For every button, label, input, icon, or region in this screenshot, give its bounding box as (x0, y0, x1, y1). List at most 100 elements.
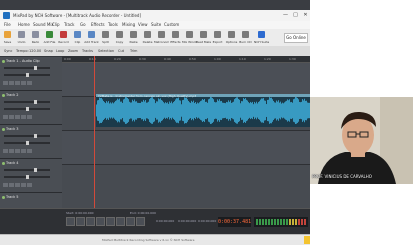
snap-button[interactable]: Snap (44, 49, 53, 53)
waveform-bar (200, 101, 201, 120)
solo-button[interactable] (9, 81, 14, 85)
metronome-button[interactable]: Metronome (154, 30, 169, 45)
record-arm-button[interactable] (15, 149, 20, 153)
mute-button[interactable] (3, 115, 8, 119)
pan-slider[interactable] (4, 141, 50, 145)
volume-slider[interactable] (4, 168, 50, 172)
paste-button[interactable]: Paste (128, 30, 139, 45)
waveform-bar (260, 99, 261, 122)
volume-slider[interactable] (4, 66, 50, 70)
waveform-bar (259, 101, 260, 120)
track-header[interactable]: Track 2 (0, 91, 62, 125)
audio-clip[interactable]: Y2Mate.is - Instrumental from cancion si… (96, 94, 310, 127)
record-arm-button[interactable] (15, 81, 20, 85)
play-button[interactable] (66, 217, 75, 226)
record-transport-button[interactable] (86, 217, 95, 226)
export-button[interactable]: Export (212, 30, 223, 45)
solo-button[interactable] (9, 183, 14, 187)
playhead-cursor[interactable] (94, 56, 95, 208)
selection-button[interactable]: Selection (98, 49, 114, 53)
effects-button[interactable]: Effects (170, 30, 181, 45)
rewind-button[interactable] (96, 217, 105, 226)
split-button[interactable]: Split (100, 30, 111, 45)
volume-slider[interactable] (4, 134, 50, 138)
record-arm-button[interactable] (15, 183, 20, 187)
menu-effects[interactable]: Effects (91, 22, 105, 27)
trim-button[interactable]: Trim (130, 49, 137, 53)
redo-button[interactable]: Redo (30, 30, 41, 45)
close-track-button[interactable] (27, 149, 32, 153)
menu-track[interactable]: Track (64, 22, 74, 27)
mute-button[interactable] (3, 81, 8, 85)
menu-custom[interactable]: Custom (164, 22, 179, 27)
waveform-bar (149, 99, 150, 122)
save-button[interactable]: Save (2, 30, 13, 45)
mute-button[interactable] (3, 183, 8, 187)
pan-slider[interactable] (4, 73, 50, 77)
cut-button[interactable]: Cut (118, 49, 124, 53)
level-meter (254, 217, 308, 227)
notification-icon[interactable] (304, 236, 310, 244)
mix-window-button[interactable]: Mix Window (182, 30, 197, 45)
copy-button[interactable]: Copy (114, 30, 125, 45)
maximize-button[interactable]: □ (291, 11, 300, 19)
go-online-button[interactable]: Go Online (284, 33, 308, 43)
menu-sound-mix[interactable]: Sound Mix (33, 22, 54, 27)
effects-button[interactable] (21, 183, 26, 187)
go-to-start-button[interactable] (116, 217, 125, 226)
effects-button[interactable] (21, 115, 26, 119)
close-button[interactable]: ✕ (301, 11, 310, 19)
close-track-button[interactable] (27, 183, 32, 187)
effects-button[interactable] (21, 149, 26, 153)
waveform-bar (98, 100, 99, 121)
beat-maker-button[interactable]: Beat Maker (196, 30, 211, 45)
tracks-button[interactable]: Tracks (82, 49, 93, 53)
waveform-bar (96, 104, 97, 117)
track-header[interactable]: Track 3 (0, 125, 62, 159)
close-track-button[interactable] (27, 81, 32, 85)
clip-button[interactable]: Clip (72, 30, 83, 45)
timeline-ruler[interactable]: 0:00 0:10 0:20 0:30 0:40 0:50 1:00 1:10 … (62, 56, 310, 63)
add-file-button[interactable]: Add File (44, 30, 55, 45)
minimize-button[interactable]: — (281, 11, 290, 19)
mute-button[interactable] (3, 149, 8, 153)
menu-clip[interactable]: Clip (52, 22, 60, 27)
menu-go[interactable]: Go (80, 22, 86, 27)
track-header[interactable]: Track 4 (0, 159, 62, 193)
zoom-button[interactable]: Zoom (68, 49, 78, 53)
menu-home[interactable]: Home (18, 22, 30, 27)
go-to-end-button[interactable] (126, 217, 135, 226)
menu-view[interactable]: View (138, 22, 148, 27)
delete-button[interactable]: Delete (142, 30, 153, 45)
sync-button[interactable]: Sync (4, 49, 12, 53)
menu-suite[interactable]: Suite (151, 22, 161, 27)
undo-button[interactable]: Undo (16, 30, 27, 45)
pan-slider[interactable] (4, 107, 50, 111)
menu-mixing[interactable]: Mixing (122, 22, 135, 27)
close-track-button[interactable] (27, 115, 32, 119)
tempo-value[interactable]: 120.00 (29, 49, 41, 53)
track-header[interactable]: Track 1 - Audio Clip (0, 57, 62, 91)
burn-cd-button[interactable]: Burn CD (239, 30, 252, 45)
track-lane[interactable] (62, 131, 310, 165)
stop-button[interactable] (76, 217, 85, 226)
fast-forward-button[interactable] (106, 217, 115, 226)
track-lane[interactable] (62, 63, 310, 97)
record-button[interactable]: Record (58, 30, 69, 45)
add-track-button[interactable]: Add Track (84, 30, 99, 45)
track-lane[interactable] (62, 165, 310, 209)
solo-button[interactable] (9, 115, 14, 119)
volume-slider[interactable] (4, 100, 50, 104)
track-name: Track 1 - Audio Clip (6, 59, 40, 63)
menu-file[interactable]: File (4, 22, 11, 27)
loop-button[interactable]: Loop (56, 49, 64, 53)
effects-button[interactable] (21, 81, 26, 85)
track-header[interactable]: Track 5 (0, 193, 62, 209)
loop-transport-button[interactable] (136, 217, 145, 226)
record-arm-button[interactable] (15, 115, 20, 119)
options-button[interactable]: Options (226, 30, 237, 45)
pan-slider[interactable] (4, 175, 50, 179)
nch-suite-button[interactable]: NCH Suite (254, 30, 269, 45)
solo-button[interactable] (9, 149, 14, 153)
menu-tools[interactable]: Tools (108, 22, 118, 27)
